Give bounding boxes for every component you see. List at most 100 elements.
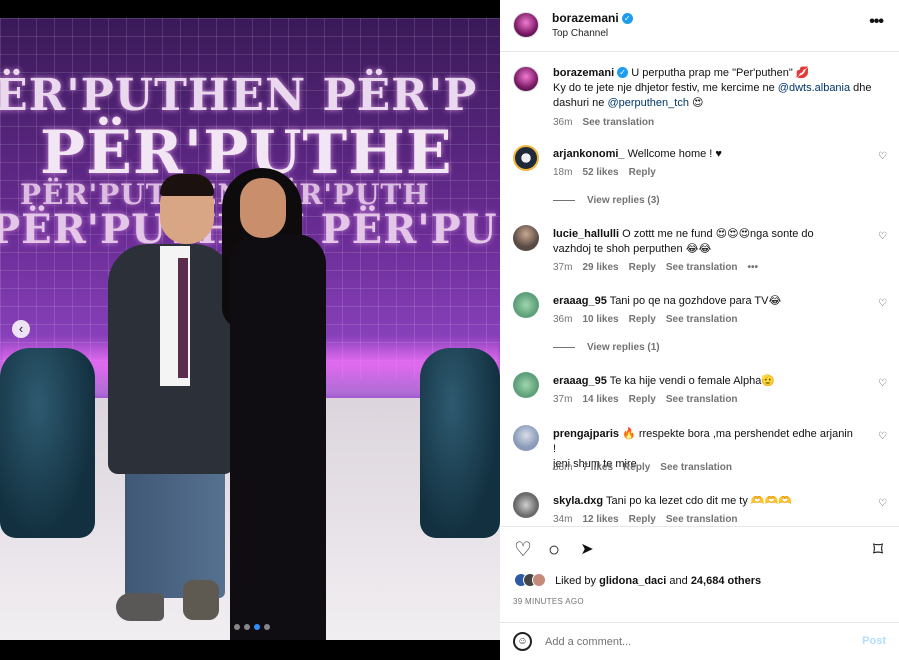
mention-link[interactable]: @perputhen_tch	[607, 97, 689, 109]
post-actions-bar: ♡ ○ ➤ ⌑ Liked by glidona_daci and 24,684…	[500, 526, 899, 616]
comment-body: eraaag_95 Tani po qe na gozhdove para TV…	[553, 294, 853, 309]
commenter-avatar[interactable]	[513, 292, 539, 318]
see-translation-link[interactable]: See translation	[666, 314, 738, 325]
caption-username[interactable]: borazemani	[553, 67, 614, 79]
comment-text: O zottt me ne fund 😍😍😍nga sonte do	[622, 228, 814, 240]
comment-likes[interactable]: 52 likes	[582, 167, 618, 178]
post-comment-button[interactable]: Post	[862, 635, 886, 647]
comment-text: Tani po ka lezet cdo dit me ty 🫶🫶🫶	[606, 495, 792, 507]
man-figure	[116, 593, 164, 621]
reply-button[interactable]: Reply	[629, 314, 656, 325]
comment-time[interactable]: 18m	[553, 167, 572, 178]
studio-chair	[420, 348, 500, 538]
view-replies-button[interactable]: View replies (3)	[553, 195, 660, 206]
comment-likes[interactable]: 10 likes	[582, 314, 618, 325]
caption-text: Ky do te jete nje dhjetor festiv, me ker…	[553, 82, 778, 94]
like-comment-icon[interactable]: ♡	[878, 431, 887, 442]
see-translation-link[interactable]: See translation	[666, 394, 738, 405]
view-replies-button[interactable]: View replies (1)	[553, 342, 660, 353]
reply-button[interactable]: Reply	[629, 394, 656, 405]
more-options-button[interactable]: •••	[869, 13, 884, 31]
caption-text: U perputha prap me "Per'puthen" 💋	[631, 67, 810, 79]
post-location[interactable]: Top Channel	[552, 28, 608, 39]
like-comment-icon[interactable]: ♡	[878, 498, 887, 509]
reply-button[interactable]: Reply	[629, 514, 656, 525]
comment-username[interactable]: eraaag_95	[553, 375, 607, 387]
comment-meta: 18m 52 likes Reply	[553, 167, 666, 178]
man-figure	[160, 174, 214, 196]
previous-image-button[interactable]: ‹	[12, 320, 30, 338]
commenter-avatar[interactable]	[513, 145, 539, 171]
comment-username[interactable]: eraaag_95	[553, 295, 607, 307]
comment-likes[interactable]: 7 likes	[582, 462, 613, 473]
comment-meta: 38m 7 likes Reply See translation	[553, 462, 742, 473]
caption-text: dashuri ne	[553, 97, 608, 109]
mention-link[interactable]: @dwts.albania	[778, 82, 850, 94]
commenter-avatar[interactable]	[513, 372, 539, 398]
liked-by-user[interactable]: glidona_daci	[599, 575, 666, 587]
share-icon[interactable]: ➤	[576, 539, 598, 561]
woman-figure	[230, 234, 326, 640]
add-comment-input[interactable]	[545, 632, 835, 652]
like-comment-icon[interactable]: ♡	[878, 378, 887, 389]
comment-meta: 37m 29 likes Reply See translation •••	[553, 262, 768, 273]
see-translation-link[interactable]: See translation	[582, 117, 654, 128]
like-comment-icon[interactable]: ♡	[878, 231, 887, 242]
comment-username[interactable]: lucie_hallulli	[553, 228, 619, 240]
author-username-text[interactable]: borazemani	[552, 11, 619, 25]
caption-text: 😍	[688, 97, 704, 109]
like-icon[interactable]: ♡	[512, 539, 534, 561]
woman-figure	[240, 178, 286, 238]
caption-time[interactable]: 36m	[553, 117, 572, 128]
comment-time[interactable]: 37m	[553, 394, 572, 405]
comment-icon[interactable]: ○	[543, 539, 565, 561]
carousel-dot	[234, 624, 240, 630]
carousel-dot-active	[254, 624, 260, 630]
man-figure	[178, 258, 188, 378]
post-media: PËR'PUTHEN PËR'P PËR'PUTHE PËR'PUTHEN PË…	[0, 0, 500, 660]
comment-text: vazhdoj te shoh perputhen 😂😂	[553, 243, 712, 255]
commenter-avatar[interactable]	[513, 492, 539, 518]
caption-text: dhe	[850, 82, 872, 94]
comment-likes[interactable]: 14 likes	[582, 394, 618, 405]
carousel-dot	[264, 624, 270, 630]
comment-username[interactable]: arjankonomi_	[553, 148, 625, 160]
post-caption: borazemani ✓ U perputha prap me "Per'puth…	[553, 66, 883, 130]
commenter-avatar[interactable]	[513, 425, 539, 451]
comment-likes[interactable]: 29 likes	[582, 262, 618, 273]
liker-avatar[interactable]	[532, 573, 546, 587]
comment-more-button[interactable]: •••	[748, 262, 759, 273]
likes-count-link[interactable]: 24,684 others	[691, 575, 761, 587]
post-photo: PËR'PUTHEN PËR'P PËR'PUTHE PËR'PUTHEN PË…	[0, 18, 500, 640]
comment-username[interactable]: prengajparis	[553, 428, 619, 440]
comment-time[interactable]: 38m	[553, 462, 572, 473]
studio-sign-text: PËR'PUTHEN PËR'P	[0, 70, 478, 121]
post-header: borazemani ✓ Top Channel •••	[500, 0, 899, 52]
emoji-icon[interactable]: ☺	[513, 632, 532, 651]
commenter-avatar[interactable]	[513, 225, 539, 251]
see-translation-link[interactable]: See translation	[666, 262, 738, 273]
studio-chair	[0, 348, 95, 538]
post-time-ago[interactable]: 39 MINUTES AGO	[513, 597, 584, 606]
like-comment-icon[interactable]: ♡	[878, 298, 887, 309]
comment-likes[interactable]: 12 likes	[582, 514, 618, 525]
reply-button[interactable]: Reply	[623, 462, 650, 473]
comment-time[interactable]: 37m	[553, 262, 572, 273]
comment-item: skyla.dxg Tani po ka lezet cdo dit me ty…	[500, 492, 899, 526]
like-comment-icon[interactable]: ♡	[878, 151, 887, 162]
see-translation-link[interactable]: See translation	[666, 514, 738, 525]
caption-author-avatar[interactable]	[513, 66, 539, 92]
comment-text: Tani po qe na gozhdove para TV😂	[609, 295, 782, 307]
comment-time[interactable]: 34m	[553, 514, 572, 525]
save-icon[interactable]: ⌑	[867, 539, 889, 561]
comment-text: Wellcome home ! ♥	[627, 148, 722, 160]
reply-button[interactable]: Reply	[629, 262, 656, 273]
author-username[interactable]: borazemani ✓	[552, 11, 633, 25]
author-avatar[interactable]	[513, 12, 539, 38]
comment-body: arjankonomi_ Wellcome home ! ♥	[553, 147, 853, 162]
comment-time[interactable]: 36m	[553, 314, 572, 325]
liked-by-and: and	[666, 575, 691, 587]
comment-username[interactable]: skyla.dxg	[553, 495, 603, 507]
reply-button[interactable]: Reply	[629, 167, 656, 178]
see-translation-link[interactable]: See translation	[660, 462, 732, 473]
